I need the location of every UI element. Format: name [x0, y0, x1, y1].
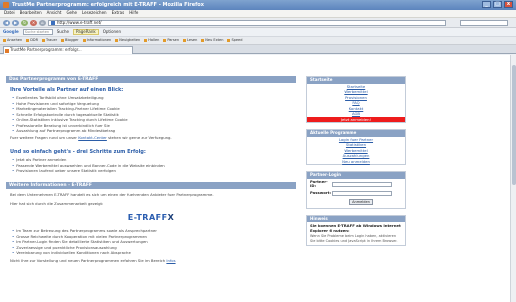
google-toolbar: Google Suche starten Suche PageRank Opti…	[0, 28, 516, 37]
google-search-input[interactable]: Suche starten	[22, 29, 53, 35]
bookmarks-bar: Ansehen DDR Trauer Blogger Informationen…	[0, 37, 516, 45]
password-row: Passwort:	[307, 190, 405, 197]
window-controls: _ □ x	[482, 1, 513, 8]
navigation-bar: ◀ ▶ ↻ × ⌂ http://www.e-traff.net/	[0, 18, 516, 28]
footer-note: Nicht Ihre zur Vorstellung und neuen Par…	[10, 257, 176, 263]
features-list: Im Team zur Betreuung des Partnerprogram…	[12, 228, 296, 256]
google-search-button[interactable]: Suche	[57, 29, 69, 35]
page-content: Das Partnerprogramm von E-TRAFF Ihre Vor…	[0, 55, 516, 302]
steps-list: Jetzt als Partner anmelden Passende Werb…	[12, 157, 296, 174]
browser-search-input[interactable]	[460, 20, 508, 26]
close-button[interactable]: x	[504, 1, 513, 8]
section-header: Weitere Informationen - E-TRAFF	[6, 181, 296, 189]
signup-highlight-link[interactable]: Jetzt anmelden!	[307, 116, 405, 122]
list-item: Provisionen laufend ueber unsere Statist…	[12, 168, 296, 174]
intro-paragraph: Bei dem Unternehmen E-TRAFF handelt es s…	[10, 191, 214, 197]
benefits-heading: Ihre Vorteile als Partner auf einen Blic…	[10, 87, 124, 93]
folder-icon	[82, 39, 86, 42]
partner-id-label: Partner-ID:	[310, 178, 328, 189]
ie-notice-box: Hinweis Sie koennen E-TRAFF ab Windows I…	[306, 214, 406, 247]
ie-notice-heading: Sie koennen E-TRAFF ab Windows Internet …	[310, 223, 401, 233]
address-bar[interactable]: http://www.e-traff.net/	[48, 20, 446, 26]
partner-id-row: Partner-ID:	[307, 179, 405, 190]
sidebar-programs-box: Aktuelle Programme Login fuer Partner St…	[306, 129, 406, 165]
partner-id-input[interactable]	[332, 181, 392, 187]
contact-note: Fuer weitere Fragen rund um unser Kontak…	[10, 134, 172, 140]
stop-icon[interactable]: ×	[30, 20, 37, 26]
forward-icon[interactable]: ▶	[12, 20, 19, 26]
bookmark-item[interactable]: Trauer	[42, 38, 57, 42]
menu-view[interactable]: Ansicht	[47, 10, 62, 16]
bookmark-item[interactable]: Blogger	[61, 38, 79, 42]
back-icon[interactable]: ◀	[3, 20, 10, 26]
folder-icon	[115, 39, 119, 42]
main-column: Das Partnerprogramm von E-TRAFF Ihre Vor…	[6, 76, 296, 263]
folder-icon	[26, 39, 30, 42]
menu-help[interactable]: Hilfe	[129, 10, 138, 16]
minimize-button[interactable]: _	[482, 1, 491, 8]
scrollbar-thumb[interactable]	[512, 65, 516, 185]
site-favicon-icon	[51, 21, 55, 25]
infos-link[interactable]: Infos	[166, 258, 175, 263]
folder-icon	[3, 39, 6, 42]
benefits-list: Exzellentes Tarifsbild ohne Umsatzbeteil…	[12, 95, 296, 134]
password-input[interactable]	[332, 190, 392, 196]
tab-active[interactable]: TrustMe Partnerprogramm: erfolgr...	[3, 46, 133, 54]
folder-icon	[201, 39, 205, 42]
folder-icon	[61, 39, 65, 42]
menu-go[interactable]: Gehe	[66, 10, 77, 16]
sidebar-link[interactable]: Neu anmelden	[307, 159, 405, 165]
tab-bar: TrustMe Partnerprogramm: erfolgr...	[0, 45, 516, 54]
title-bar: TrustMe Partnerprogramm: erfolgreich mit…	[0, 0, 516, 10]
menu-bookmarks[interactable]: Lesezeichen	[82, 10, 107, 16]
list-item: Vereinbarung von individuellen Kondition…	[12, 250, 296, 256]
menu-edit[interactable]: Bearbeiten	[20, 10, 42, 16]
bookmark-item[interactable]: Neuigkeiten	[115, 38, 140, 42]
login-box: Partner-Login Partner-ID: Passwort: Anme…	[306, 171, 406, 209]
menu-tools[interactable]: Extras	[112, 10, 125, 16]
bookmark-item[interactable]: Speed	[227, 38, 242, 42]
bookmark-item[interactable]: Informationen	[82, 38, 111, 42]
section-header: Das Partnerprogramm von E-TRAFF	[6, 76, 296, 83]
url-text: http://www.e-traff.net/	[57, 20, 102, 25]
maximize-button[interactable]: □	[493, 1, 502, 8]
reload-icon[interactable]: ↻	[21, 20, 28, 26]
google-options-button[interactable]: Optionen	[103, 29, 121, 35]
menu-bar: Datei Bearbeiten Ansicht Gehe Lesezeiche…	[0, 10, 516, 18]
ie-notice-text: Wenn Sie Probleme beim Login haben, akti…	[310, 234, 398, 243]
list-item: Auszahlung auf Partnerprogramm ab Mindes…	[12, 128, 296, 134]
login-button[interactable]: Anmelden	[349, 198, 373, 205]
folder-icon	[227, 39, 231, 42]
tab-favicon-icon	[5, 48, 9, 53]
folder-icon	[144, 39, 148, 42]
google-logo: Google	[3, 28, 19, 34]
browser-window: TrustMe Partnerprogramm: erfolgreich mit…	[0, 0, 516, 302]
menu-file[interactable]: Datei	[4, 10, 15, 16]
bookmark-item[interactable]: Lesen	[183, 38, 197, 42]
bookmark-item[interactable]: Neu Exten	[201, 38, 223, 42]
folder-icon	[183, 39, 187, 42]
window-title: TrustMe Partnerprogramm: erfolgreich mit…	[12, 2, 204, 8]
bookmark-item[interactable]: Hallen	[144, 38, 159, 42]
contact-center-link[interactable]: Kontakt-Center	[78, 135, 107, 140]
folder-icon	[163, 39, 167, 42]
vertical-scrollbar[interactable]	[510, 55, 516, 302]
intro-paragraph: Hier hat sich durch die Zusammenarbeit g…	[10, 201, 104, 207]
password-label: Passwort:	[310, 189, 332, 195]
bookmark-item[interactable]: DDR	[26, 38, 38, 42]
sidebar-nav-box: Startseite Startseite Werbemittel Provis…	[306, 76, 406, 123]
steps-heading: Und so einfach geht's - drei Schritte zu…	[10, 149, 146, 156]
folder-icon	[42, 39, 46, 42]
bookmark-item[interactable]: Ansehen	[3, 38, 22, 42]
sidebar: Startseite Startseite Werbemittel Provis…	[306, 76, 406, 252]
home-icon[interactable]: ⌂	[39, 20, 46, 26]
tab-label: TrustMe Partnerprogramm: erfolgr...	[10, 47, 82, 52]
pagerank-button[interactable]: PageRank	[73, 28, 99, 36]
bookmark-item[interactable]: Parsen	[163, 38, 179, 42]
firefox-icon	[3, 2, 9, 8]
etraff-logo: E-TRAFFX	[127, 212, 175, 222]
